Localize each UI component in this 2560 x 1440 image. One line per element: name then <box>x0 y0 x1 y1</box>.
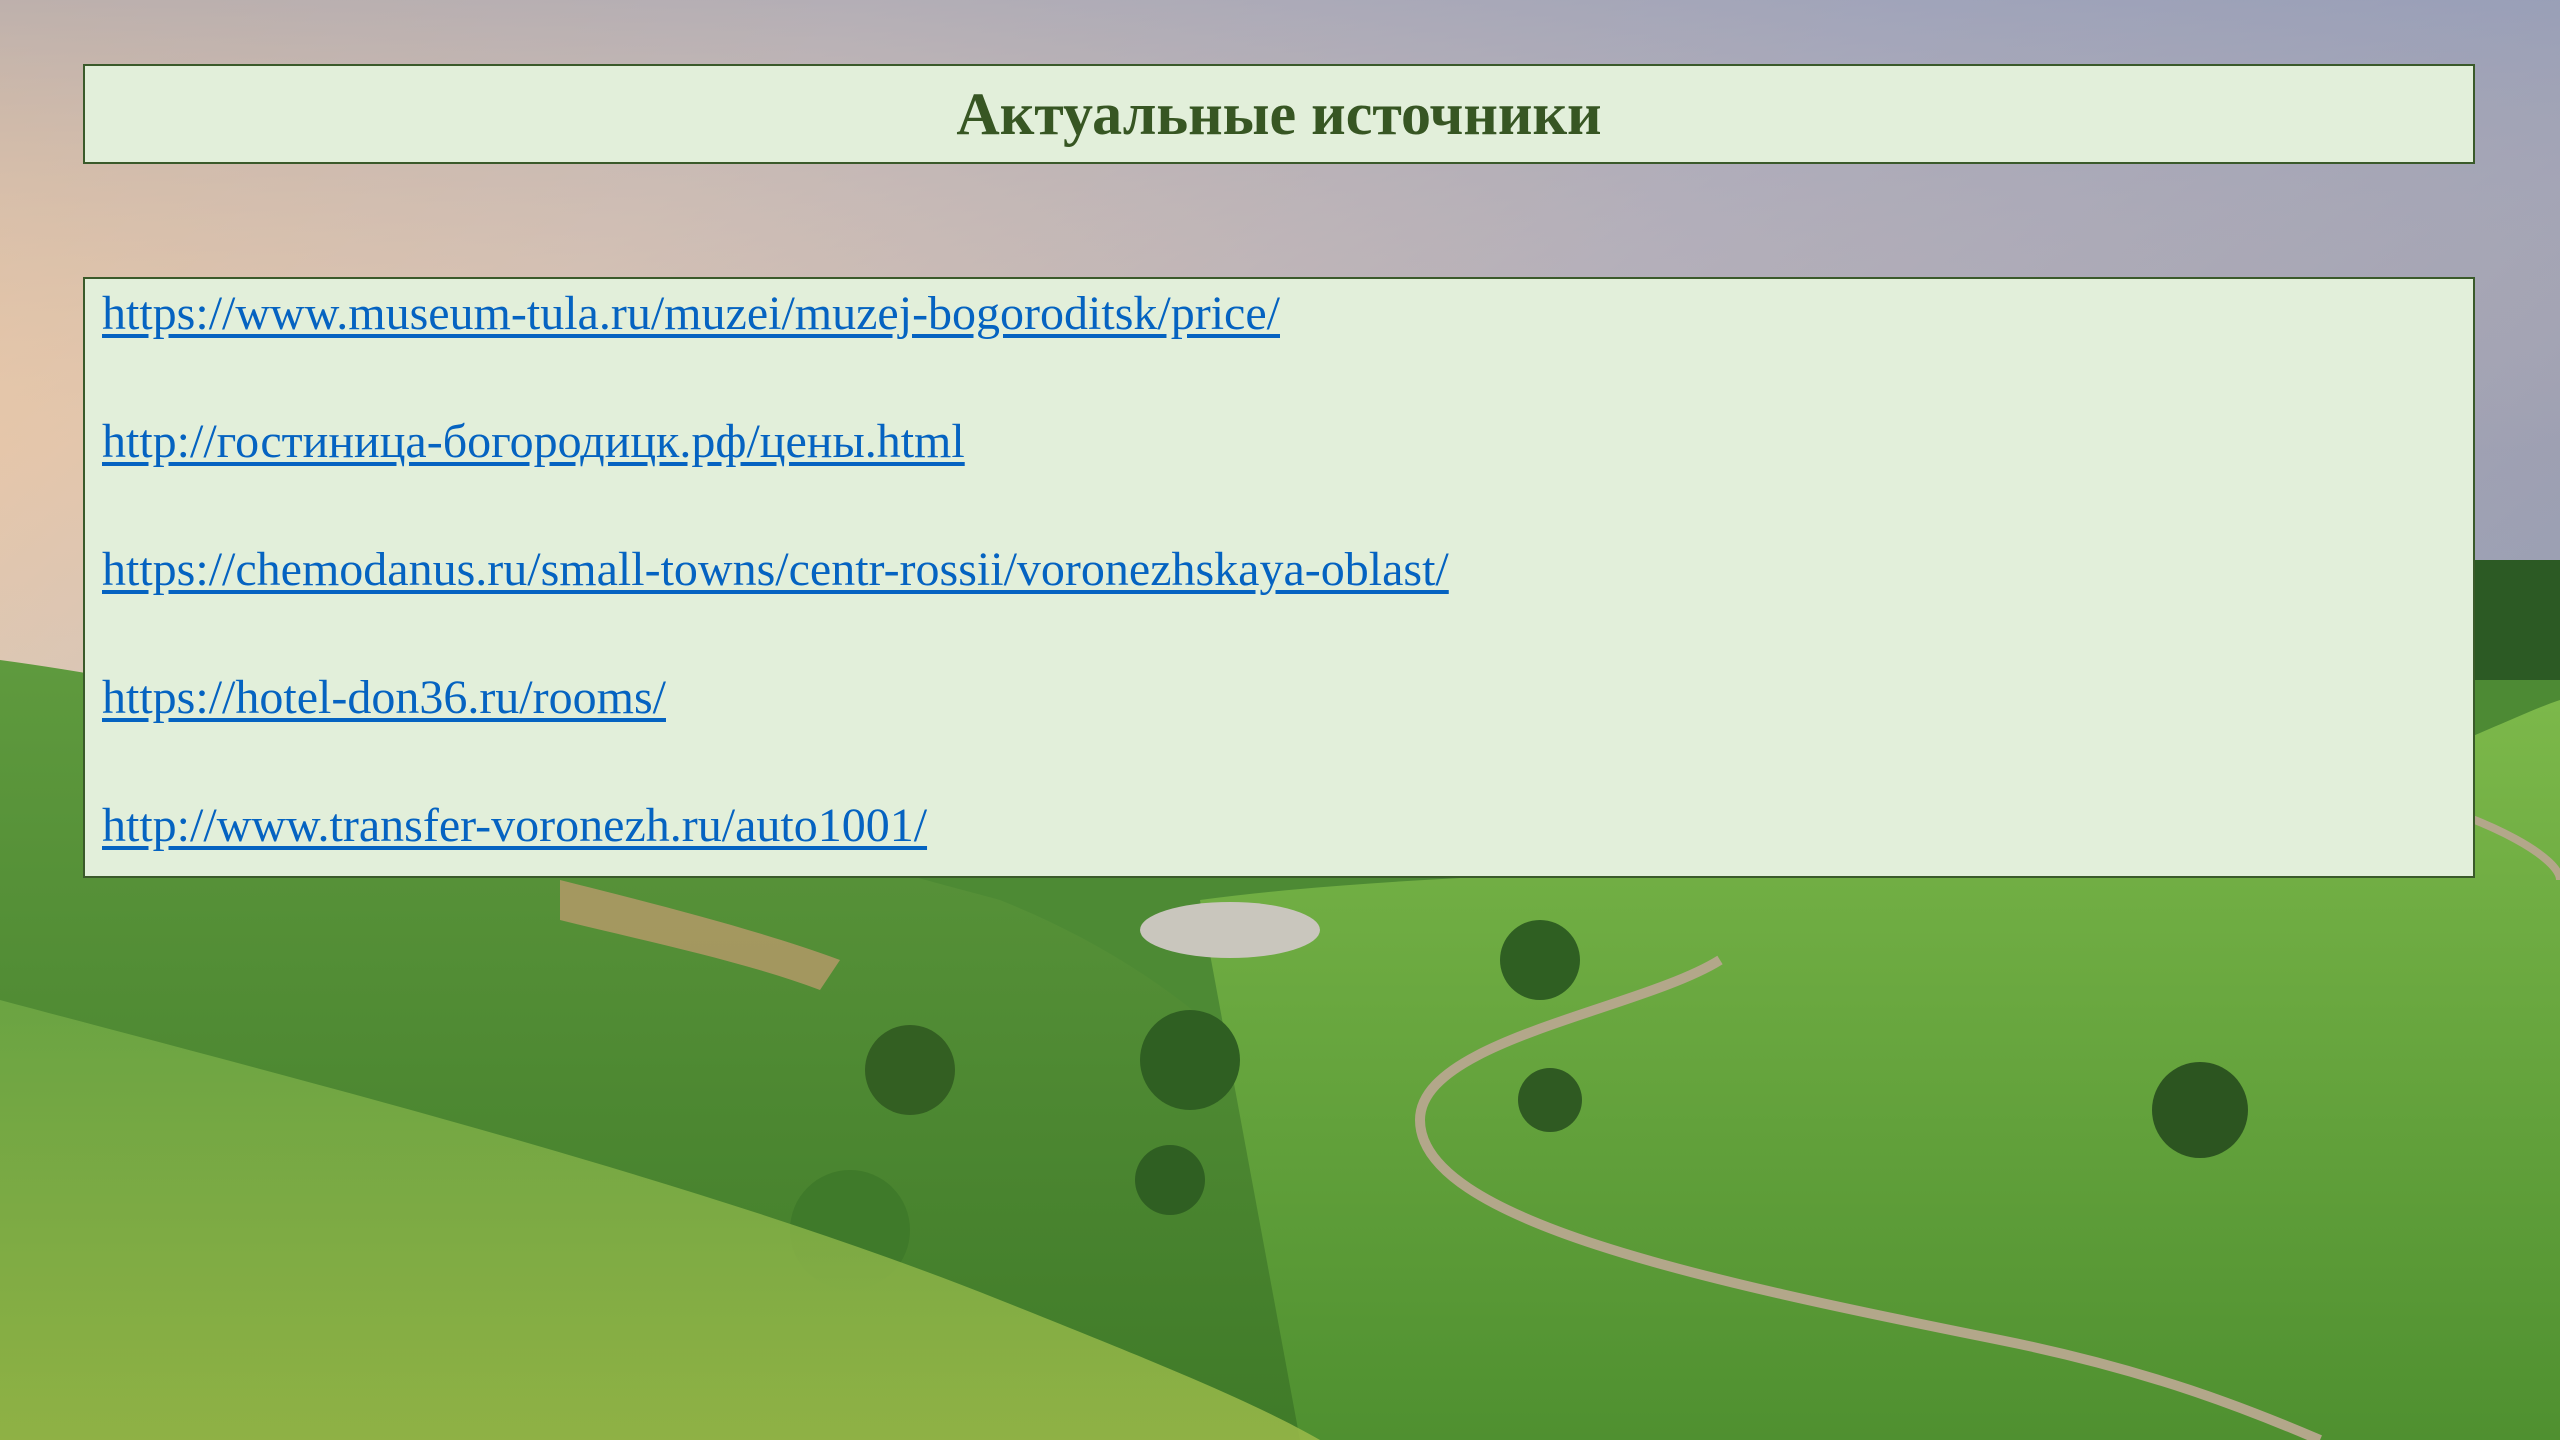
slide-title: Актуальные источники <box>956 81 1602 147</box>
source-link-hotel-don36[interactable]: https://hotel-don36.ru/rooms/ <box>102 671 2473 725</box>
source-link-chemodanus[interactable]: https://chemodanus.ru/small-towns/centr-… <box>102 543 2473 597</box>
source-link-hotel-bogoroditsk[interactable]: http://гостиница-богородицк.рф/цены.html <box>102 415 2473 469</box>
title-box: Актуальные источники <box>83 64 2475 164</box>
sources-box: https://www.museum-tula.ru/muzei/muzej-b… <box>83 277 2475 878</box>
source-link-transfer-voronezh[interactable]: http://www.transfer-voronezh.ru/auto1001… <box>102 799 2473 853</box>
source-link-museum-tula[interactable]: https://www.museum-tula.ru/muzei/muzej-b… <box>102 287 2473 341</box>
